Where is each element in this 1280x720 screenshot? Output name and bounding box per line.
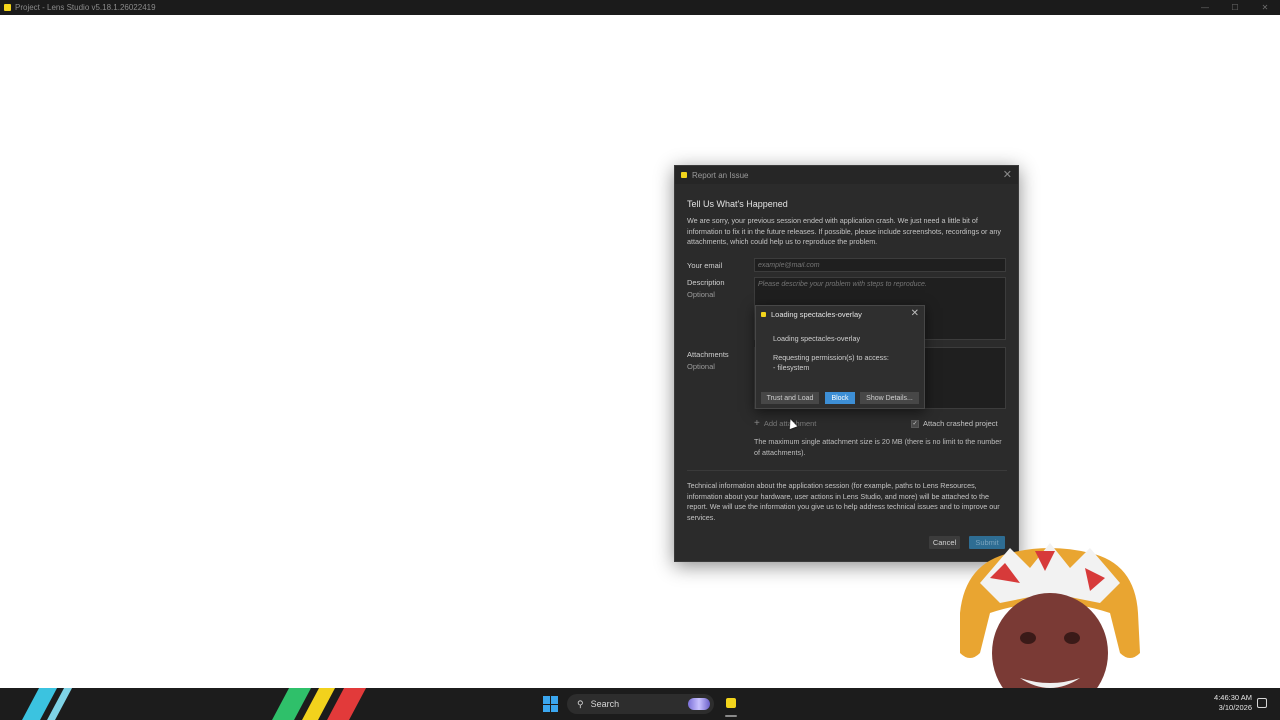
lens-studio-icon	[681, 172, 687, 178]
checkbox-checked-icon[interactable]: ✓	[911, 419, 919, 428]
popup-title: Loading spectacles-overlay	[761, 310, 862, 319]
wallpaper-stripes	[0, 688, 400, 720]
popup-title-text: Loading spectacles-overlay	[771, 310, 862, 319]
close-window-button[interactable]: ✕	[1250, 3, 1280, 12]
close-icon[interactable]: ✕	[1003, 168, 1012, 181]
minimize-button[interactable]: —	[1190, 3, 1220, 12]
search-highlight-icon	[688, 698, 710, 710]
plus-icon: +	[754, 418, 760, 429]
description-optional: Optional	[687, 290, 715, 299]
email-label-text: Your email	[687, 261, 723, 270]
attach-crashed-project-checkbox[interactable]: ✓ Attach crashed project	[911, 419, 998, 428]
block-button[interactable]: Block	[825, 392, 855, 404]
window-title: Project - Lens Studio v5.18.1.26022419	[15, 3, 156, 12]
windows-start-icon[interactable]	[543, 696, 559, 712]
clock-date: 3/10/2026	[1218, 703, 1252, 712]
close-icon[interactable]: ✕	[911, 308, 919, 319]
loading-status: Loading spectacles-overlay	[773, 334, 861, 343]
lens-studio-icon	[4, 4, 11, 11]
window-controls: — ☐ ✕	[1190, 3, 1280, 12]
notification-icon[interactable]	[1257, 698, 1267, 708]
attachment-size-note: The maximum single attachment size is 20…	[754, 437, 1002, 457]
lens-studio-taskbar-icon[interactable]	[722, 694, 740, 712]
attachments-optional: Optional	[687, 362, 715, 371]
attachments-label: Attachments Optional	[687, 350, 729, 371]
taskbar-clock[interactable]: 4:46:30 AM 3/10/2026	[1202, 693, 1252, 713]
permission-item: - filesystem	[773, 363, 810, 372]
description-label-text: Description	[687, 278, 725, 287]
dialog-title-bar: Report an Issue	[675, 166, 1018, 184]
show-details-button[interactable]: Show Details...	[860, 392, 919, 404]
email-field[interactable]	[754, 258, 1006, 272]
active-app-indicator	[725, 715, 737, 717]
intro-text: We are sorry, your previous session ende…	[687, 216, 1002, 246]
email-label: Your email	[687, 261, 722, 270]
technical-info-text: Technical information about the applicat…	[687, 481, 1000, 522]
dialog-title: Report an Issue	[692, 170, 749, 180]
search-label: Search	[590, 699, 620, 709]
divider	[687, 470, 1007, 471]
attach-crashed-project-label: Attach crashed project	[923, 419, 998, 428]
permission-request: Requesting permission(s) to access: - fi…	[773, 353, 889, 373]
loading-permission-popup: Loading spectacles-overlay ✕ Loading spe…	[755, 305, 925, 409]
taskbar-search[interactable]: ⚲ Search	[567, 694, 714, 714]
trust-and-load-button[interactable]: Trust and Load	[761, 392, 819, 404]
permission-request-text: Requesting permission(s) to access:	[773, 353, 889, 362]
attachments-label-text: Attachments	[687, 350, 729, 359]
description-label: Description Optional	[687, 278, 725, 299]
clock-time: 4:46:30 AM	[1214, 693, 1252, 702]
lens-studio-icon	[761, 312, 766, 317]
maximize-button[interactable]: ☐	[1220, 3, 1250, 12]
dialog-heading: Tell Us What's Happened	[687, 199, 788, 209]
app-title-bar: Project - Lens Studio v5.18.1.26022419 —…	[0, 0, 1280, 15]
add-attachment-button[interactable]: + Add attachment	[754, 418, 816, 429]
search-icon: ⚲	[577, 698, 584, 709]
